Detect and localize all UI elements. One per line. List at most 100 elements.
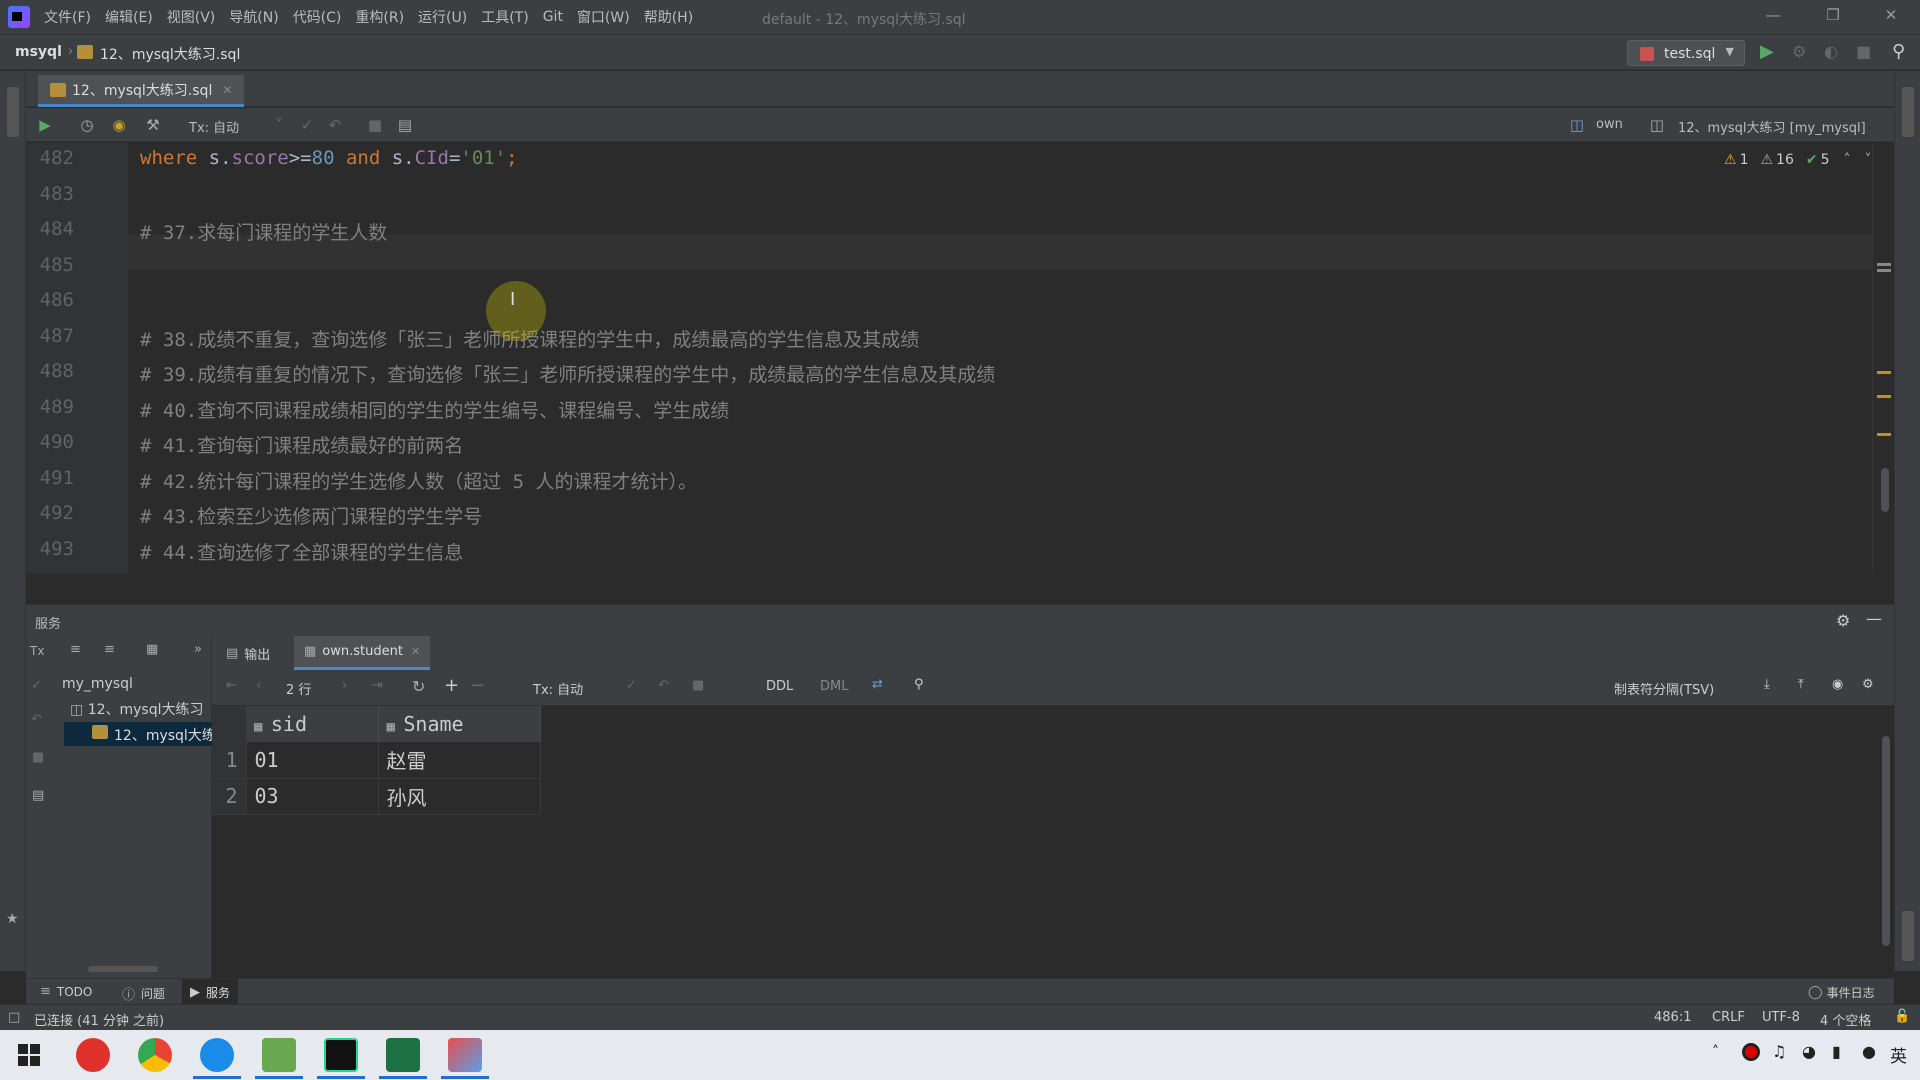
rollback-icon[interactable]: ↶ — [31, 712, 42, 727]
battery-icon[interactable]: ▮ — [1832, 1042, 1841, 1061]
revert-icon[interactable]: ↶ — [658, 678, 669, 693]
delete-row-icon[interactable]: − — [470, 675, 485, 696]
notepad-app-icon[interactable] — [262, 1038, 296, 1072]
add-row-icon[interactable]: + — [444, 675, 459, 696]
group-icon[interactable]: ▦ — [146, 642, 158, 657]
gear-icon[interactable]: ⚙ — [1862, 677, 1874, 692]
menu-edit[interactable]: 编辑(E) — [105, 7, 153, 27]
gear-icon[interactable]: ⚙ — [1836, 611, 1850, 630]
run-icon[interactable]: ▶ — [1760, 41, 1774, 62]
menu-window[interactable]: 窗口(W) — [577, 7, 630, 27]
cell-sname[interactable]: 孙风 — [378, 778, 541, 815]
screen-recorder-icon[interactable] — [448, 1038, 482, 1072]
caret-position[interactable]: 486:1 — [1654, 1010, 1691, 1025]
volume-icon[interactable]: ♫ — [1772, 1042, 1786, 1061]
cancel-icon[interactable]: ■ — [366, 116, 384, 134]
column-header-sid[interactable]: ▦ sid — [246, 706, 379, 742]
menu-navigate[interactable]: 导航(N) — [229, 7, 278, 27]
indent-setting[interactable]: 4 个空格 — [1820, 1010, 1871, 1029]
next-page-icon[interactable]: › — [342, 678, 347, 693]
database-panel-icon[interactable] — [1902, 87, 1914, 137]
minimize-icon[interactable]: — — [1758, 6, 1788, 28]
favorites-star-icon[interactable]: ★ — [6, 911, 19, 927]
tab-own-student[interactable]: ▦ own.student ✕ — [294, 636, 431, 670]
commit-icon[interactable]: ✓ — [298, 116, 316, 134]
datagrip-icon[interactable] — [324, 1038, 358, 1072]
compare-icon[interactable]: ⇄ — [872, 677, 883, 692]
output-table-icon[interactable]: ▤ — [396, 116, 414, 134]
breadcrumb-file[interactable]: 12、mysql大练习.sql — [100, 44, 240, 64]
debug-icon[interactable]: ⚙ — [1792, 42, 1806, 61]
close-tab-icon[interactable]: ✕ — [411, 645, 420, 658]
code-line[interactable]: # 44.查询选修了全部课程的学生信息 — [140, 538, 463, 565]
prev-highlight-icon[interactable]: ˄ — [1844, 152, 1851, 168]
todo-tool-button[interactable]: ≡ TODO — [40, 984, 92, 999]
input-method-indicator[interactable]: 英 — [1890, 1042, 1907, 1067]
microphone-icon[interactable]: ● — [1862, 1042, 1876, 1061]
breadcrumb-project[interactable]: msyql — [15, 44, 62, 60]
menu-view[interactable]: 视图(V) — [167, 7, 216, 27]
submit-icon[interactable]: ✓ — [626, 678, 637, 693]
menu-run[interactable]: 运行(U) — [418, 7, 467, 27]
code-line[interactable]: # 41.查询每门课程成绩最好的前两名 — [140, 431, 463, 458]
menu-code[interactable]: 代码(C) — [293, 7, 342, 27]
search-icon[interactable]: ⚲ — [1892, 41, 1905, 62]
menu-file[interactable]: 文件(F) — [44, 7, 91, 27]
services-tool-button[interactable]: ▶ 服务 — [182, 979, 239, 1005]
tree-root-my-mysql[interactable]: my_mysql — [62, 676, 133, 692]
stop-icon[interactable]: ■ — [32, 750, 44, 765]
cell-sid[interactable]: 01 — [246, 742, 379, 779]
tree-scrollbar[interactable] — [88, 966, 158, 972]
row-count-dropdown[interactable]: 2 行 — [286, 679, 311, 698]
menu-tools[interactable]: 工具(T) — [481, 7, 528, 27]
line-separator[interactable]: CRLF — [1712, 1010, 1745, 1025]
settings-wrench-icon[interactable]: ⚒ — [144, 116, 162, 134]
tray-expand-icon[interactable]: ˄ — [1712, 1044, 1719, 1060]
extractor-format-dropdown[interactable]: 制表符分隔(TSV) — [1614, 679, 1714, 698]
cell-sname[interactable]: 赵雷 — [378, 742, 541, 779]
last-page-icon[interactable]: ⇥ — [372, 678, 383, 693]
editor-error-stripe[interactable] — [1872, 143, 1894, 573]
code-line[interactable]: # 42.统计每门课程的学生选修人数（超过 5 人的课程才统计）。 — [140, 467, 697, 494]
history-icon[interactable]: ◷ — [78, 116, 96, 134]
first-page-icon[interactable]: ⇤ — [226, 678, 237, 693]
code-line[interactable]: where s.score>=80 and s.CId='01'; — [140, 147, 518, 169]
transaction-mode-dropdown[interactable]: Tx: 自动 — [189, 117, 239, 136]
pin-icon[interactable]: ⚲ — [914, 677, 924, 692]
stop-icon[interactable]: ■ — [1856, 42, 1871, 61]
tab-sql-file[interactable]: 12、mysql大练习.sql ✕ — [38, 75, 245, 107]
chrome-icon[interactable] — [138, 1038, 172, 1072]
expand-all-icon[interactable]: ≡ — [70, 642, 81, 657]
execute-icon[interactable]: ▶ — [36, 116, 54, 134]
menu-git[interactable]: Git — [543, 9, 563, 25]
database-tool-icon[interactable] — [7, 87, 19, 137]
tree-console-node[interactable]: ◫ 12、mysql大练习 — [70, 699, 210, 719]
code-line[interactable]: # 37.求每门课程的学生人数 — [140, 218, 387, 245]
event-log-button[interactable]: ◯ 事件日志 — [1808, 984, 1875, 1001]
close-icon[interactable]: ✕ — [1876, 6, 1906, 28]
record-icon[interactable] — [1742, 1043, 1760, 1061]
ddl-button[interactable]: DDL — [766, 679, 793, 694]
grid-tx-mode[interactable]: Tx: 自动 — [533, 679, 583, 698]
windows-start-icon[interactable] — [18, 1044, 40, 1066]
table-row[interactable]: 1 01 赵雷 — [212, 742, 541, 779]
next-highlight-icon[interactable]: ˅ — [1865, 152, 1872, 168]
edge-icon[interactable] — [200, 1038, 234, 1072]
restore-icon[interactable]: ❐ — [1818, 6, 1848, 28]
menu-help[interactable]: 帮助(H) — [644, 7, 693, 27]
view-icon[interactable]: ◉ — [1832, 677, 1843, 692]
coverage-icon[interactable]: ◐ — [1824, 42, 1838, 61]
structure-panel-icon[interactable] — [1902, 911, 1914, 961]
editor-scroll-thumb[interactable] — [1881, 468, 1889, 512]
code-line[interactable]: # 43.检索至少选修两门课程的学生学号 — [140, 502, 482, 529]
hide-panel-icon[interactable]: — — [1866, 609, 1882, 628]
cancel-icon[interactable]: ■ — [692, 678, 704, 693]
close-tab-icon[interactable]: ✕ — [222, 83, 232, 97]
browser-app-icon[interactable] — [76, 1038, 110, 1072]
commit-check-icon[interactable]: ✓ — [31, 678, 42, 693]
table-row[interactable]: 2 03 孙风 — [212, 778, 541, 815]
import-icon[interactable]: ⤒ — [1798, 677, 1804, 692]
tx-icon[interactable]: Tx — [30, 644, 44, 658]
problems-tool-button[interactable]: ⓘ 问题 — [122, 984, 165, 1003]
prev-page-icon[interactable]: ‹ — [256, 678, 261, 693]
